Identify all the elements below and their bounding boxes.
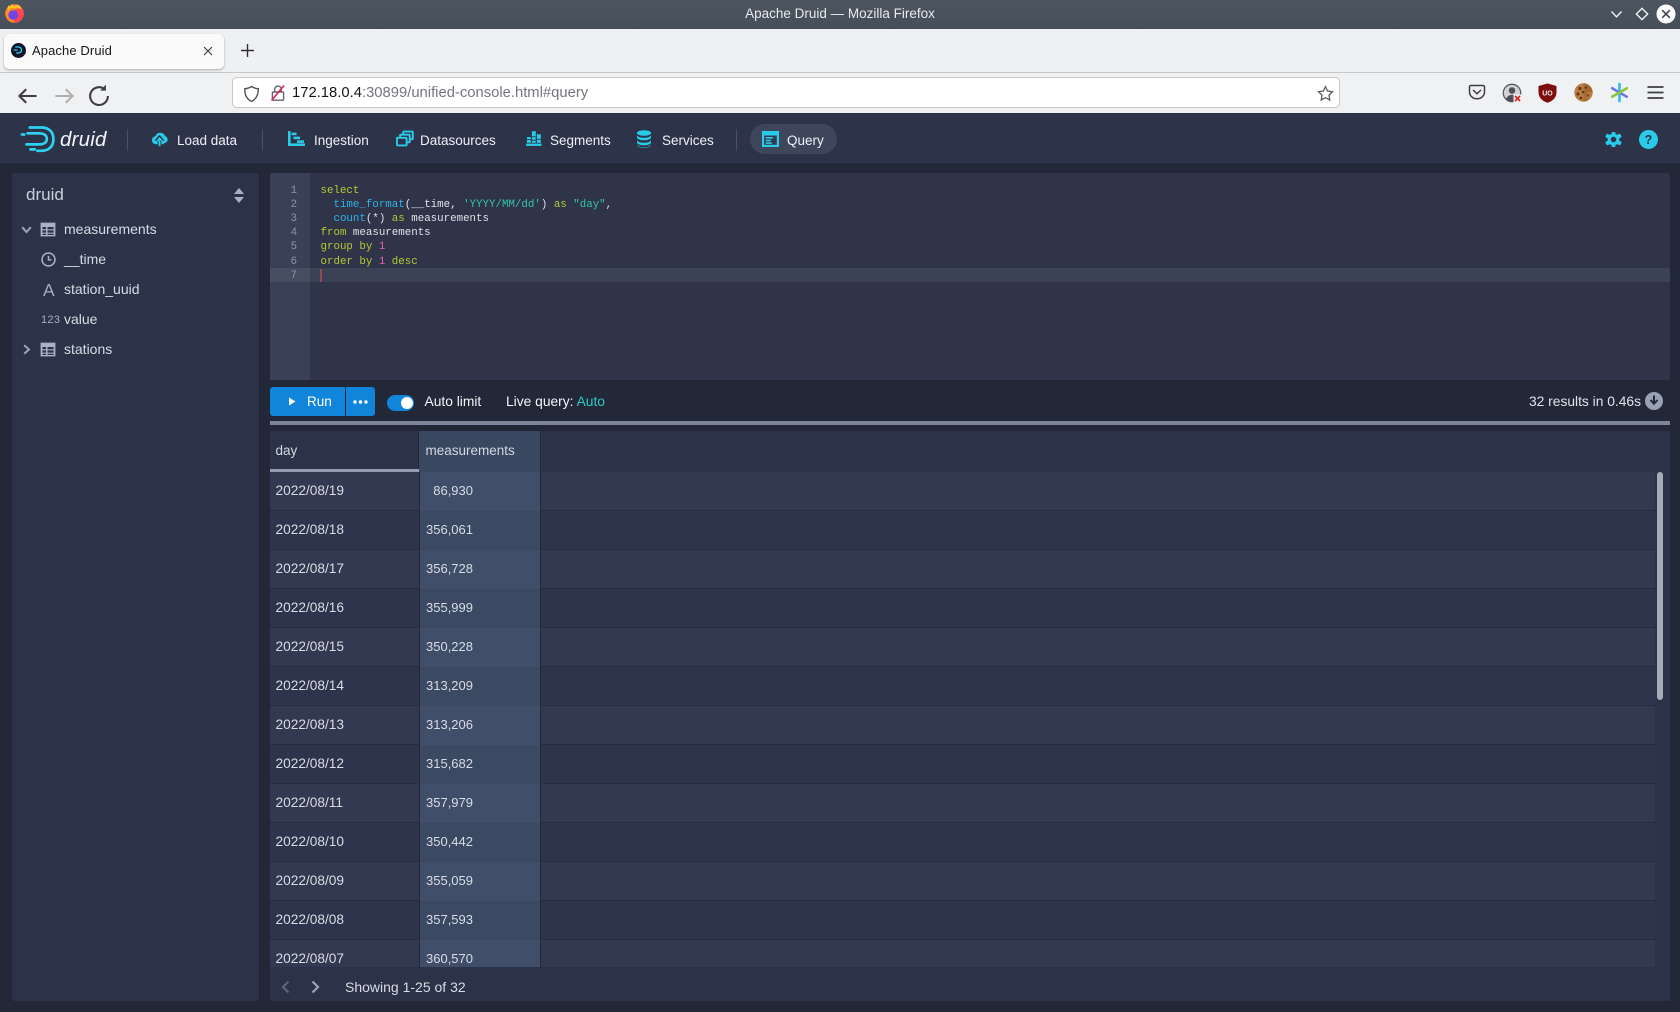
svg-text:UO: UO (1542, 91, 1553, 98)
svg-text:?: ? (1645, 133, 1653, 147)
